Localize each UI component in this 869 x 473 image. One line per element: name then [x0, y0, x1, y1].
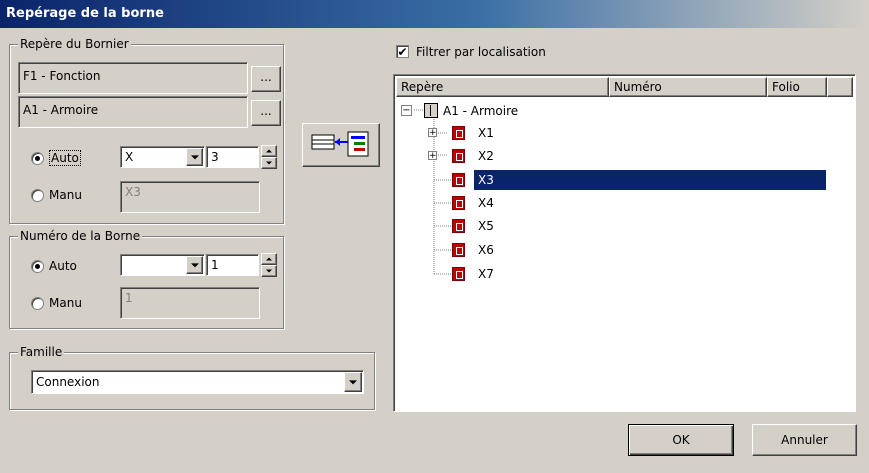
bornier-manu-radio[interactable] [31, 189, 44, 202]
borne-manu-value: 1 [125, 291, 133, 305]
tree-root-label[interactable]: A1 - Armoire [443, 102, 518, 120]
fonction-value: F1 - Fonction [23, 69, 101, 83]
terminal-block-icon [452, 219, 465, 233]
fonction-browse-button[interactable]: ... [251, 66, 281, 92]
bornier-manu-label[interactable]: Manu [49, 186, 82, 204]
chevron-down-icon [349, 380, 357, 385]
borne-prefix-dropdown-button[interactable] [186, 256, 203, 274]
borne-auto-label[interactable]: Auto [49, 257, 77, 275]
borne-number-value: 1 [211, 258, 219, 272]
tree-view[interactable]: Repère Numéro Folio − A1 - Armoire + X1 … [393, 74, 856, 412]
armoire-value: A1 - Armoire [23, 103, 99, 117]
bornier-legend: Repère du Bornier [18, 37, 131, 51]
famille-value: Connexion [36, 375, 100, 389]
terminal-block-icon [452, 267, 465, 281]
terminal-block-icon [452, 173, 465, 187]
bornier-manu-value: X3 [125, 185, 141, 199]
tree-connectors [414, 109, 452, 275]
bornier-prefix-select[interactable]: X [120, 146, 205, 168]
tree-item-x5[interactable]: X5 [478, 217, 494, 235]
apply-repere-button[interactable] [302, 123, 380, 167]
armoire-browse-button[interactable]: ... [251, 100, 281, 126]
borne-spin-down[interactable] [261, 265, 277, 277]
borne-number-input[interactable]: 1 [206, 254, 259, 276]
tree-item-x1[interactable]: X1 [478, 124, 494, 142]
bornier-auto-label[interactable]: Auto [49, 149, 81, 167]
terminal-block-icon [452, 126, 465, 140]
famille-legend: Famille [18, 345, 65, 359]
armoire-field: A1 - Armoire [18, 96, 248, 128]
spin-down-icon [266, 269, 272, 273]
ok-button[interactable]: OK [628, 424, 734, 456]
filter-label[interactable]: Filtrer par localisation [416, 43, 546, 61]
borne-spin-up[interactable] [261, 253, 277, 265]
window-title: Repérage de la borne [0, 0, 869, 28]
filter-checkbox[interactable]: ✔ [396, 45, 409, 58]
bornier-number-value: 3 [211, 150, 219, 164]
transfer-icon [311, 131, 369, 157]
spin-down-icon [266, 161, 272, 165]
spin-up-icon [266, 257, 272, 261]
bornier-manu-input[interactable]: X3 [120, 181, 260, 213]
terminal-block-icon [452, 196, 465, 210]
tree-item-x2[interactable]: X2 [478, 147, 494, 165]
ok-button-label: OK [672, 433, 690, 447]
column-header-numero[interactable]: Numéro [609, 77, 767, 97]
tree-item-x3[interactable]: X3 [474, 170, 826, 190]
bornier-spin-down[interactable] [261, 157, 277, 169]
bornier-auto-radio[interactable] [31, 152, 44, 165]
cabinet-icon [424, 103, 438, 118]
bornier-spin-up[interactable] [261, 145, 277, 157]
terminal-block-icon [452, 243, 465, 257]
tree-item-x7[interactable]: X7 [478, 265, 494, 283]
bornier-number-input[interactable]: 3 [206, 146, 259, 168]
famille-select[interactable]: Connexion [31, 370, 364, 394]
borne-prefix-select[interactable] [120, 254, 205, 276]
tree-item-x6[interactable]: X6 [478, 241, 494, 259]
tree-item-x4[interactable]: X4 [478, 194, 494, 212]
famille-dropdown-button[interactable] [344, 372, 362, 392]
chevron-down-icon [190, 155, 199, 160]
terminal-block-icon [452, 149, 465, 163]
borne-manu-label[interactable]: Manu [49, 294, 82, 312]
cancel-button-label: Annuler [781, 433, 828, 447]
tree-item-x1-expand-toggle[interactable]: + [428, 128, 437, 138]
column-header-folio[interactable]: Folio [767, 77, 827, 97]
column-header-filler [827, 77, 853, 97]
borne-manu-input[interactable]: 1 [120, 287, 260, 319]
borne-legend: Numéro de la Borne [18, 229, 143, 243]
borne-manu-radio[interactable] [31, 297, 44, 310]
spin-up-icon [266, 149, 272, 153]
bornier-prefix-dropdown-button[interactable] [186, 148, 203, 166]
fonction-field: F1 - Fonction [18, 62, 248, 94]
tree-item-x2-expand-toggle[interactable]: + [428, 151, 437, 161]
borne-auto-radio[interactable] [31, 260, 44, 273]
chevron-down-icon [190, 263, 199, 268]
cancel-button[interactable]: Annuler [752, 424, 857, 456]
column-header-repere[interactable]: Repère [396, 77, 609, 97]
tree-root-collapse-toggle[interactable]: − [401, 105, 412, 116]
